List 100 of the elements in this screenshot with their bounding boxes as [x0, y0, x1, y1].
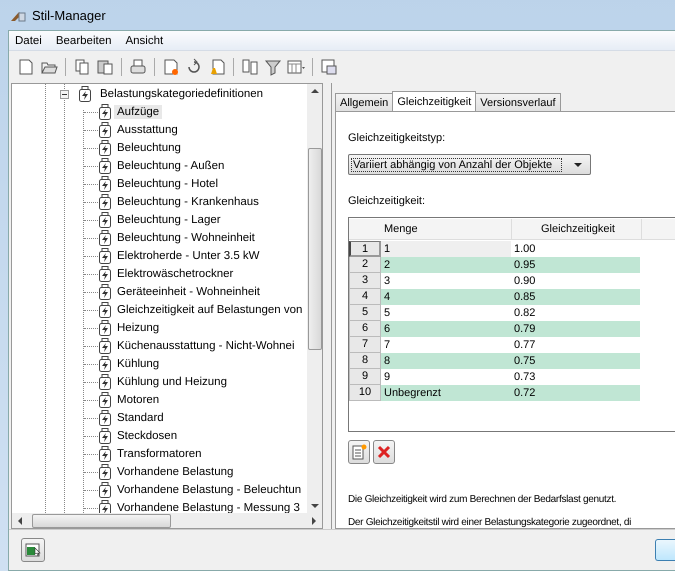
- table-cell: 6: [381, 321, 511, 337]
- row-header[interactable]: 2: [349, 257, 381, 273]
- electrical-load-icon: [98, 140, 112, 156]
- window-icon: [25, 542, 41, 558]
- collapse-toggle[interactable]: [60, 90, 69, 98]
- tree-item[interactable]: Motoren: [114, 393, 162, 407]
- table-cell: 1: [381, 241, 511, 257]
- table-cell: 0.79: [511, 321, 640, 337]
- tree-item[interactable]: Aufzüge: [114, 105, 162, 119]
- tree-item[interactable]: Beleuchtung - Lager: [114, 213, 224, 227]
- tree-item[interactable]: Belastungskategoriedefinitionen: [97, 87, 266, 101]
- electrical-load-icon: [98, 230, 112, 246]
- row-header[interactable]: 6: [349, 321, 381, 337]
- tree-item[interactable]: Transformatoren: [114, 447, 205, 461]
- electrical-load-icon: [98, 212, 112, 228]
- table-cell-text: 0.73: [513, 370, 536, 385]
- electrical-load-icon: [98, 428, 112, 444]
- menu-item[interactable]: Ansicht: [125, 34, 164, 46]
- table-cell: 2: [381, 257, 511, 273]
- row-header[interactable]: 8: [349, 353, 381, 369]
- electrical-load-icon: [78, 86, 92, 102]
- description-text: Der Gleichzeitigkeitstil wird einer Belastungskategorie zugeordnet, di: [348, 517, 632, 528]
- table-cell-text: 7: [383, 338, 392, 353]
- scroll-up-icon[interactable]: [310, 89, 318, 93]
- horizontal-scrollbar[interactable]: [12, 513, 322, 528]
- table-cell: 4: [381, 289, 511, 305]
- tree-item[interactable]: Beleuchtung - Krankenhaus: [114, 195, 262, 209]
- scroll-left-icon[interactable]: [18, 516, 22, 524]
- table-cell: Unbegrenzt: [381, 385, 511, 401]
- tab[interactable]: Allgemein: [335, 93, 394, 111]
- scroll-right-icon[interactable]: [312, 516, 316, 524]
- electrical-load-icon: [98, 392, 112, 408]
- table-cell-text: 1.00: [513, 242, 536, 257]
- table-cell: 0.85: [511, 289, 640, 305]
- electrical-load-icon: [98, 248, 112, 264]
- tree-item[interactable]: Vorhandene Belastung: [114, 465, 236, 479]
- field-label: Gleichzeitigkeit:: [348, 195, 426, 207]
- window-button[interactable]: [21, 538, 45, 562]
- tab[interactable]: Gleichzeitigkeit: [392, 91, 476, 111]
- tree-item[interactable]: Küchenausstattung - Nicht-Wohnei: [114, 339, 298, 353]
- tree-item[interactable]: Ausstattung: [114, 123, 181, 137]
- electrical-load-icon: [98, 482, 112, 498]
- tree-item[interactable]: Standard: [114, 411, 167, 425]
- menu-item[interactable]: Bearbeiten: [56, 34, 112, 46]
- electrical-load-icon: [98, 266, 112, 282]
- tree-item[interactable]: Elektrowäschetrockner: [114, 267, 236, 281]
- electrical-load-icon: [98, 374, 112, 390]
- tree-item[interactable]: Heizung: [114, 321, 162, 335]
- caret-icon: [574, 162, 582, 166]
- electrical-load-icon: [98, 446, 112, 462]
- tree-item[interactable]: Kühlung: [114, 357, 162, 371]
- table-cell: 0.95: [511, 257, 640, 273]
- row-header[interactable]: 3: [349, 273, 381, 289]
- column-header[interactable]: Gleichzeitigkeit: [512, 219, 642, 239]
- delete-row-button[interactable]: [373, 440, 395, 464]
- row-header[interactable]: 9: [349, 369, 381, 385]
- window-title: Stil-Manager: [32, 8, 106, 22]
- table-cell-text: 0.90: [513, 274, 536, 289]
- close-icon: [376, 444, 392, 460]
- row-header[interactable]: 7: [349, 337, 381, 353]
- row-header[interactable]: 1: [349, 241, 381, 257]
- type-dropdown[interactable]: Variiert abhängig von Anzahl der Objekte: [348, 154, 591, 175]
- table-cell-text: 9: [383, 370, 392, 385]
- electrical-load-icon: [98, 464, 112, 480]
- electrical-load-icon: [98, 194, 112, 210]
- table-cell: 8: [381, 353, 511, 369]
- tree-item[interactable]: Elektroherde - Unter 3.5 kW: [114, 249, 263, 263]
- tree-item[interactable]: Steckdosen: [114, 429, 180, 443]
- description-text: Die Gleichzeitigkeit wird zum Berechnen der Bedarfslast genutzt.: [348, 494, 616, 505]
- table-cell-text: 5: [383, 306, 392, 321]
- tree-item[interactable]: Beleuchtung - Wohneinheit: [114, 231, 258, 245]
- electrical-load-icon: [98, 338, 112, 354]
- electrical-load-icon: [98, 104, 112, 120]
- tree-item[interactable]: Kühlung und Heizung: [114, 375, 230, 389]
- dialog-button[interactable]: [655, 539, 675, 561]
- tab[interactable]: Versionsverlauf: [475, 93, 561, 111]
- row-header[interactable]: 10: [349, 385, 381, 401]
- scroll-down-icon[interactable]: [310, 504, 318, 508]
- column-header[interactable]: Menge: [381, 219, 512, 239]
- add-row-button[interactable]: [348, 440, 370, 464]
- table-cell-text: 0.82: [513, 306, 536, 321]
- table-cell-text: 3: [383, 274, 392, 289]
- table-cell-text: 0.77: [513, 338, 536, 353]
- electrical-load-icon: [98, 302, 112, 318]
- table-cell: 0.72: [511, 385, 640, 401]
- tree-item[interactable]: Beleuchtung - Hotel: [114, 177, 222, 191]
- tree-item[interactable]: Beleuchtung - Außen: [114, 159, 228, 173]
- electrical-load-icon: [98, 176, 112, 192]
- menu-item[interactable]: Datei: [15, 34, 42, 46]
- tree-item[interactable]: Gleichzeitigkeit auf Belastungen von: [114, 303, 306, 317]
- vertical-scrollbar[interactable]: [307, 84, 322, 513]
- electrical-load-icon: [98, 410, 112, 426]
- electrical-load-icon: [98, 122, 112, 138]
- row-header[interactable]: 5: [349, 305, 381, 321]
- field-label: Gleichzeitigkeitstyp:: [348, 132, 446, 144]
- row-header[interactable]: 4: [349, 289, 381, 305]
- electrical-load-icon: [98, 284, 112, 300]
- tree-item[interactable]: Vorhandene Belastung - Beleuchtun: [114, 483, 304, 497]
- tree-item[interactable]: Beleuchtung: [114, 141, 184, 155]
- tree-item[interactable]: Geräteeinheit - Wohneinheit: [114, 285, 263, 299]
